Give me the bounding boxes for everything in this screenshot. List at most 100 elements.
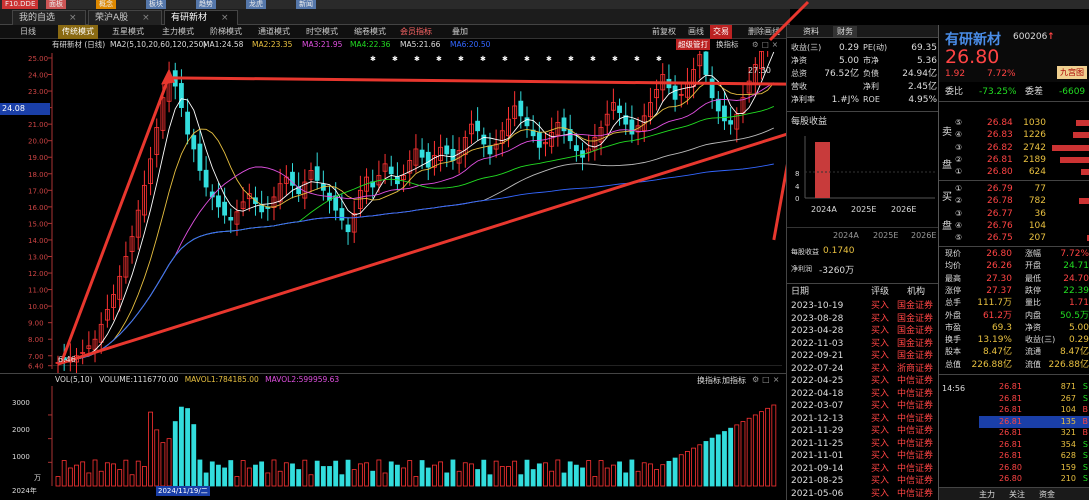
volume-bar	[86, 472, 92, 487]
volume-bar	[265, 472, 271, 487]
rating-row[interactable]: 2023-04-28 买入 国金证券	[787, 325, 939, 337]
toolbar-item[interactable]: 板块	[146, 0, 166, 9]
event-marker-icon[interactable]: ✱	[590, 55, 596, 63]
sell-order-row[interactable]: ③ 26.82 2742	[953, 142, 1089, 154]
event-marker-icon[interactable]: ✱	[546, 55, 552, 63]
sell-order-row[interactable]: ⑤ 26.84 1030	[953, 117, 1089, 129]
rating-row[interactable]: 2021-11-01 买入 中信证券	[787, 450, 939, 462]
event-marker-icon[interactable]: ✱	[370, 55, 376, 63]
rating-row[interactable]: 2022-07-24 买入 浙商证券	[787, 363, 939, 375]
tab-main[interactable]: 主力	[979, 489, 995, 500]
buy-order-row[interactable]: ⑤ 26.75 207	[953, 232, 1089, 244]
rating-row[interactable]: 2021-11-25 买入 中信证券	[787, 438, 939, 450]
add-indicator-button[interactable]: 加指标	[722, 375, 746, 386]
toolbar-item[interactable]: 龙虎	[246, 0, 266, 9]
toolbar-item[interactable]: 面板	[46, 0, 66, 9]
switch-indicator-button[interactable]: 换指标	[697, 375, 721, 386]
sell-order-row[interactable]: ④ 26.83 1226	[953, 129, 1089, 141]
toolbar-item[interactable]: 新闻	[296, 0, 316, 9]
tab-focus[interactable]: 关注	[1009, 489, 1025, 500]
mode-channel[interactable]: 通道模式	[258, 25, 290, 39]
mode-member[interactable]: 会员指标	[400, 25, 432, 39]
event-marker-icon[interactable]: ✱	[414, 55, 420, 63]
close-icon[interactable]: ×	[142, 13, 150, 23]
rating-row[interactable]: 2022-09-21 买入 国金证券	[787, 350, 939, 362]
toolbar-item[interactable]: 概念	[96, 0, 116, 9]
close-icon[interactable]: ×	[69, 13, 77, 23]
tab-profile[interactable]: 资料	[803, 26, 819, 37]
rating-row[interactable]: 2023-10-19 买入 国金证券	[787, 300, 939, 312]
rating-row[interactable]: 2021-05-06 买入 中信证券	[787, 488, 939, 500]
super-indicator-button[interactable]: 超级管打	[676, 39, 710, 50]
kline-chart[interactable]: 25.0024.0023.0022.0021.0020.0019.0018.00…	[0, 10, 851, 376]
window-controls-icon[interactable]: ⚙□×	[752, 375, 782, 384]
rating-list: 2023-10-19 买入 国金证券 2023-08-28 买入 国金证券 2023-04-…	[787, 300, 939, 500]
order-volume: 1030	[1023, 118, 1046, 128]
event-marker-icon[interactable]: ✱	[634, 55, 640, 63]
sell-order-row[interactable]: ① 26.80 624	[953, 166, 1089, 178]
event-marker-icon[interactable]: ✱	[524, 55, 530, 63]
mode-fivestar[interactable]: 五星模式	[112, 25, 144, 39]
rating-row[interactable]: 2023-08-28 买入 国金证券	[787, 313, 939, 325]
finance-row: 净资 5.00 市净 5.36	[787, 55, 939, 67]
volume-bar	[283, 462, 289, 487]
sell-order-row[interactable]: ② 26.81 2189	[953, 154, 1089, 166]
price-tick: 24.00	[28, 72, 48, 80]
toolbar-item[interactable]: F10.DDE	[2, 0, 39, 9]
stock-period-label: 有研新材 (日线)	[52, 40, 106, 49]
event-marker-icon[interactable]: ✱	[612, 55, 618, 63]
rating-org: 中信证券	[897, 376, 934, 386]
toolbar-item[interactable]: 趋势	[196, 0, 216, 9]
event-marker-icon[interactable]: ✱	[392, 55, 398, 63]
buy-order-row[interactable]: ④ 26.76 104	[953, 220, 1089, 232]
volume-bar	[648, 463, 653, 487]
close-icon[interactable]: ×	[221, 13, 229, 23]
trade-button[interactable]: 交易	[710, 25, 732, 39]
event-marker-icon[interactable]: ✱	[436, 55, 442, 63]
mode-timespace[interactable]: 时空模式	[306, 25, 338, 39]
mode-daily[interactable]: 日线	[20, 25, 36, 39]
quote-value: 5.00	[1068, 322, 1089, 333]
volume-bar	[117, 469, 123, 487]
volume-bar	[154, 429, 160, 487]
rating-row[interactable]: 2021-11-29 买入 中信证券	[787, 425, 939, 437]
delete-line-button[interactable]: 删除画线	[748, 25, 780, 39]
rating-row[interactable]: 2022-11-03 买入 国金证券	[787, 338, 939, 350]
tab-finance[interactable]: 财务	[833, 26, 857, 37]
mode-overlay[interactable]: 叠加	[452, 25, 468, 39]
event-marker-icon[interactable]: ✱	[502, 55, 508, 63]
switch-indicator-button[interactable]: 换指标	[716, 39, 739, 51]
event-marker-icon[interactable]: ✱	[656, 55, 662, 63]
order-volume: 1226	[1023, 130, 1046, 141]
volume-bar	[123, 459, 129, 487]
mode-traditional[interactable]: 传统模式	[58, 25, 98, 39]
rating-row[interactable]: 2021-08-25 买入 中信证券	[787, 475, 939, 487]
tab-funds[interactable]: 资金	[1039, 489, 1055, 500]
rating-header-rating: 评级	[871, 287, 890, 297]
event-marker-icon[interactable]: ✱	[568, 55, 574, 63]
adjust-select[interactable]: 前复权	[652, 25, 676, 39]
volume-bar	[759, 411, 764, 487]
event-marker-icon[interactable]: ✱	[480, 55, 486, 63]
buy-order-row[interactable]: ③ 26.77 36	[953, 208, 1089, 220]
buy-order-row[interactable]: ① 26.79 77	[953, 183, 1089, 195]
mode-main[interactable]: 主力模式	[162, 25, 194, 39]
rating-row[interactable]: 2022-03-07 买入 中信证券	[787, 400, 939, 412]
window-controls-icon[interactable]: ⚙□×	[752, 39, 781, 51]
rating-row[interactable]: 2022-04-18 买入 中信证券	[787, 388, 939, 400]
tab-ashares[interactable]: 荣沪A股 ×	[88, 10, 162, 25]
rating-row[interactable]: 2022-04-25 买入 中信证券	[787, 375, 939, 387]
rating-date: 2021-05-06	[791, 488, 844, 499]
volume-panel[interactable]: VOL(5,10) VOLUME:1116770.00 MAVOL1:78418…	[0, 373, 790, 500]
tab-watchlist[interactable]: 我的自选 ×	[12, 10, 86, 25]
rating-row[interactable]: 2021-12-13 买入 中信证券	[787, 413, 939, 425]
tab-stock[interactable]: 有研新材 ×	[164, 10, 238, 25]
mode-ladder[interactable]: 阶梯模式	[210, 25, 242, 39]
event-marker-icon[interactable]: ✱	[458, 55, 464, 63]
rating-row[interactable]: 2021-09-14 买入 中信证券	[787, 463, 939, 475]
rating-date: 2022-04-18	[791, 388, 844, 399]
grid-chart-button[interactable]: 九宫图	[1057, 66, 1087, 79]
draw-line-button[interactable]: 画线	[688, 25, 704, 39]
buy-order-row[interactable]: ② 26.78 782	[953, 195, 1089, 207]
mode-shrink[interactable]: 缩卷模式	[354, 25, 386, 39]
